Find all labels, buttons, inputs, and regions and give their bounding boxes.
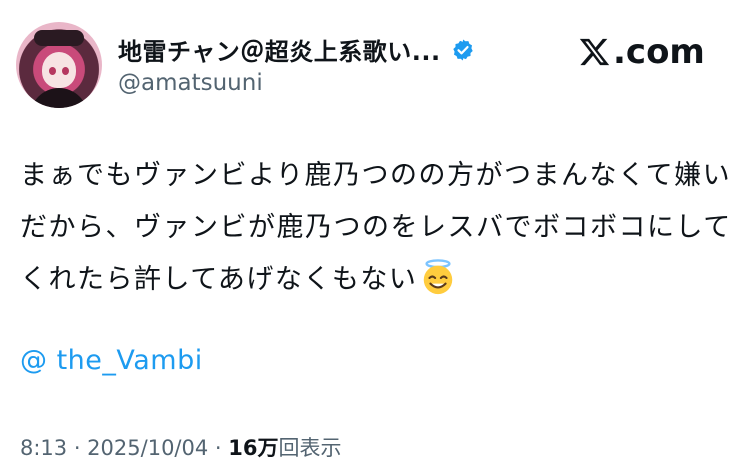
avatar-face [42,52,76,88]
tweet-text: まぁでもヴァンビより鹿乃つのの方がつまんなくて嫌いだから、ヴァンビが鹿乃つのをレ… [20,150,732,306]
views-label: 回表示 [278,436,342,460]
author-handle[interactable]: @amatsuuni [118,70,263,96]
tweet-timestamp[interactable]: 8:13 · 2025/10/04 · [20,436,228,460]
avatar-eye-left [49,67,56,75]
verified-badge-icon [452,39,473,60]
brand-domain-label: .com [613,32,705,72]
x-logo-icon [579,38,610,66]
author-name-row[interactable]: 地雷チャン＠超炎上系歌い... [118,32,475,67]
avatar-hair-bow [34,30,84,46]
x-brand: .com [578,32,705,72]
author-display-name[interactable]: 地雷チャン＠超炎上系歌い... [118,32,441,67]
avatar[interactable] [16,22,102,108]
tweet-body: まぁでもヴァンビより鹿乃つのの方がつまんなくて嫌いだから、ヴァンビが鹿乃つのをレ… [20,160,732,295]
smiling-face-with-halo-icon [424,259,453,295]
avatar-clothing [30,88,88,108]
avatar-eye-right [62,67,69,75]
tweet-meta: 8:13 · 2025/10/04 · 16万回表示 [20,432,341,462]
views-count: 16万 [228,436,279,460]
mention-link[interactable]: @ the_Vambi [20,345,203,376]
